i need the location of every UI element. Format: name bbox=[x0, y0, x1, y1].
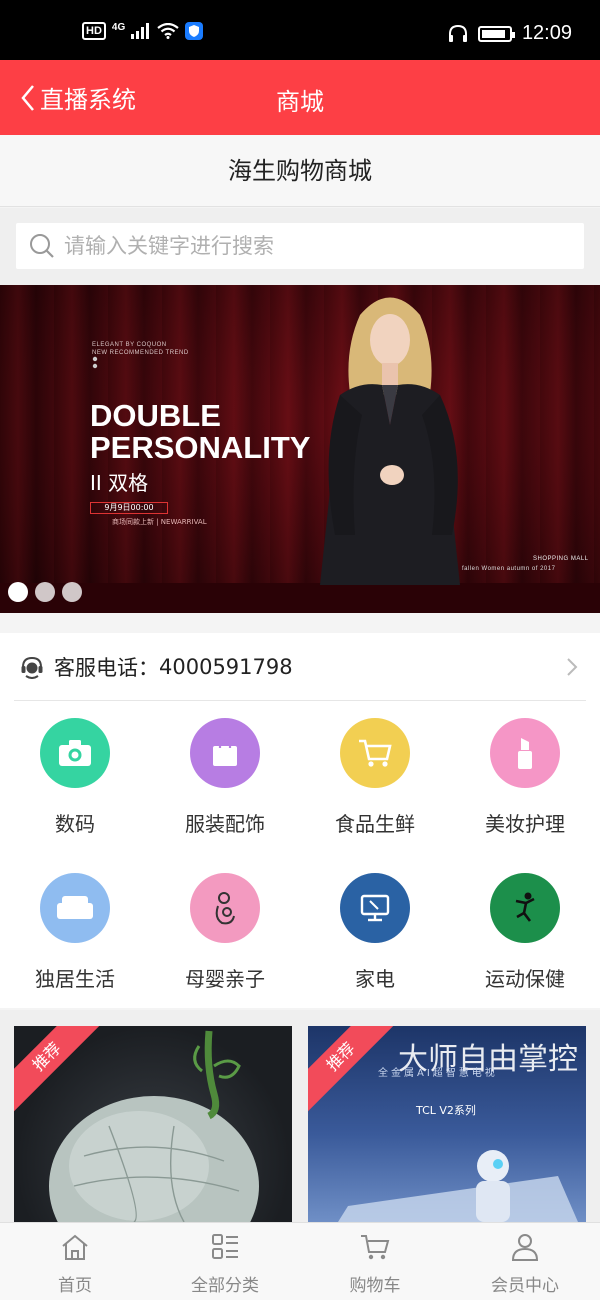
category-label: 运动保健 bbox=[485, 967, 565, 991]
category-icon-circle bbox=[40, 718, 110, 788]
headphones-icon bbox=[448, 24, 467, 42]
banner-tagline: 商场同款上新 | NEWARRIVAL bbox=[112, 518, 207, 526]
category-icon-circle bbox=[340, 718, 410, 788]
model-image bbox=[320, 297, 460, 585]
category-icon-circle bbox=[40, 873, 110, 943]
tab-cart[interactable]: 购物车 bbox=[300, 1223, 450, 1300]
category-icon-circle bbox=[340, 873, 410, 943]
service-label: 客服电话： bbox=[54, 655, 159, 680]
banner-shopping-mall: SHOPPING MALL bbox=[533, 556, 589, 562]
tab-label: 全部分类 bbox=[191, 1276, 259, 1296]
search-input[interactable] bbox=[64, 234, 544, 258]
customer-service-row[interactable]: 客服电话： 4000591798 bbox=[0, 633, 600, 703]
search-icon bbox=[30, 234, 54, 258]
shop-title: 海生购物商城 bbox=[0, 135, 600, 207]
banner-floor bbox=[0, 583, 600, 613]
banner-brand-small-2: NEW RECOMMENDED TREND bbox=[92, 350, 189, 356]
cart-icon bbox=[361, 1235, 390, 1260]
category-label: 服装配饰 bbox=[185, 812, 265, 836]
mother-baby-icon bbox=[215, 892, 235, 925]
service-phone[interactable]: 4000591798 bbox=[159, 655, 293, 679]
category-label: 母婴亲子 bbox=[185, 967, 265, 991]
home-icon bbox=[62, 1234, 88, 1260]
banner-pager bbox=[8, 582, 82, 602]
category-label: 数码 bbox=[55, 812, 95, 836]
banner-dots-decor bbox=[92, 356, 98, 369]
pager-dot[interactable] bbox=[62, 582, 82, 602]
cart-icon bbox=[359, 739, 392, 767]
category-label: 独居生活 bbox=[35, 967, 115, 991]
category-item-living[interactable]: 独居生活 bbox=[0, 858, 150, 1008]
category-grid-icon bbox=[212, 1234, 238, 1259]
category-label: 家电 bbox=[355, 967, 395, 991]
category-label: 食品生鲜 bbox=[335, 812, 415, 836]
tab-member-center[interactable]: 会员中心 bbox=[450, 1223, 600, 1300]
category-item-mother-baby[interactable]: 母婴亲子 bbox=[150, 858, 300, 1008]
status-right: 12:09 bbox=[448, 22, 572, 45]
category-item-beauty[interactable]: 美妆护理 bbox=[450, 703, 600, 853]
category-item-appliances[interactable]: 家电 bbox=[300, 858, 450, 1008]
category-label: 美妆护理 bbox=[485, 812, 565, 836]
recommended-products: 推荐 大师自由掌控 全金属AI超智慧电视 TCL V2系列 推荐 bbox=[0, 1010, 600, 1222]
battery-fill bbox=[481, 29, 506, 38]
tab-label: 首页 bbox=[58, 1276, 92, 1296]
athlete-icon bbox=[515, 892, 535, 922]
bottom-tab-bar: 首页 全部分类 购物车 会员中心 bbox=[0, 1222, 600, 1300]
lipstick-icon bbox=[518, 738, 532, 769]
customer-service-inner: 客服电话： 4000591798 bbox=[14, 633, 586, 701]
hd-badge: HD bbox=[82, 22, 106, 40]
category-icon-circle bbox=[190, 873, 260, 943]
status-left: HD 4G bbox=[82, 21, 204, 40]
headset-icon bbox=[21, 656, 43, 679]
wifi-icon bbox=[157, 23, 179, 39]
category-item-food[interactable]: 食品生鲜 bbox=[300, 703, 450, 853]
nav-bar: 直播系统 商城 bbox=[0, 60, 600, 135]
category-item-sports[interactable]: 运动保健 bbox=[450, 858, 600, 1008]
monitor-icon bbox=[360, 894, 390, 922]
banner-brand-small: ELEGANT BY COQUON bbox=[92, 342, 167, 348]
page-title: 商城 bbox=[276, 88, 324, 116]
banner-subtitle: II 双格 bbox=[90, 471, 149, 495]
user-icon bbox=[511, 1234, 539, 1261]
pager-dot[interactable] bbox=[35, 582, 55, 602]
shopping-bag-icon bbox=[213, 739, 237, 766]
category-item-digital[interactable]: 数码 bbox=[0, 703, 150, 853]
banner-headline-line1: DOUBLE bbox=[90, 398, 221, 433]
clock: 12:09 bbox=[521, 22, 572, 44]
category-icon-circle bbox=[490, 718, 560, 788]
chevron-right-icon bbox=[567, 658, 578, 676]
category-grid: 数码 服装配饰 食品生鲜 美妆护理 独居生活 母婴亲子 家电 运动保健 bbox=[0, 703, 600, 1008]
tab-label: 购物车 bbox=[349, 1276, 401, 1296]
sofa-icon bbox=[57, 896, 93, 919]
banner-headline: DOUBLE PERSONALITY bbox=[90, 400, 310, 464]
tab-categories[interactable]: 全部分类 bbox=[150, 1223, 300, 1300]
shield-icon bbox=[185, 22, 204, 40]
tab-home[interactable]: 首页 bbox=[0, 1223, 150, 1300]
camera-icon bbox=[59, 740, 91, 766]
category-item-apparel[interactable]: 服装配饰 bbox=[150, 703, 300, 853]
category-icon-circle bbox=[190, 718, 260, 788]
banner-headline-line2: PERSONALITY bbox=[90, 430, 311, 465]
product-card[interactable]: 推荐 bbox=[14, 1026, 292, 1222]
search-box[interactable] bbox=[16, 223, 584, 269]
tab-label: 会员中心 bbox=[491, 1276, 559, 1296]
pager-dot[interactable] bbox=[8, 582, 28, 602]
product-card[interactable]: 大师自由掌控 全金属AI超智慧电视 TCL V2系列 推荐 bbox=[308, 1026, 586, 1222]
network-label: 4G bbox=[111, 21, 126, 33]
battery-icon bbox=[477, 25, 515, 42]
banner-date: 9月9日00:00 bbox=[90, 502, 168, 514]
signal-icon bbox=[131, 23, 150, 39]
category-icon-circle bbox=[490, 873, 560, 943]
search-bar bbox=[0, 208, 600, 285]
status-bar: HD 4G 12:09 bbox=[0, 0, 600, 60]
